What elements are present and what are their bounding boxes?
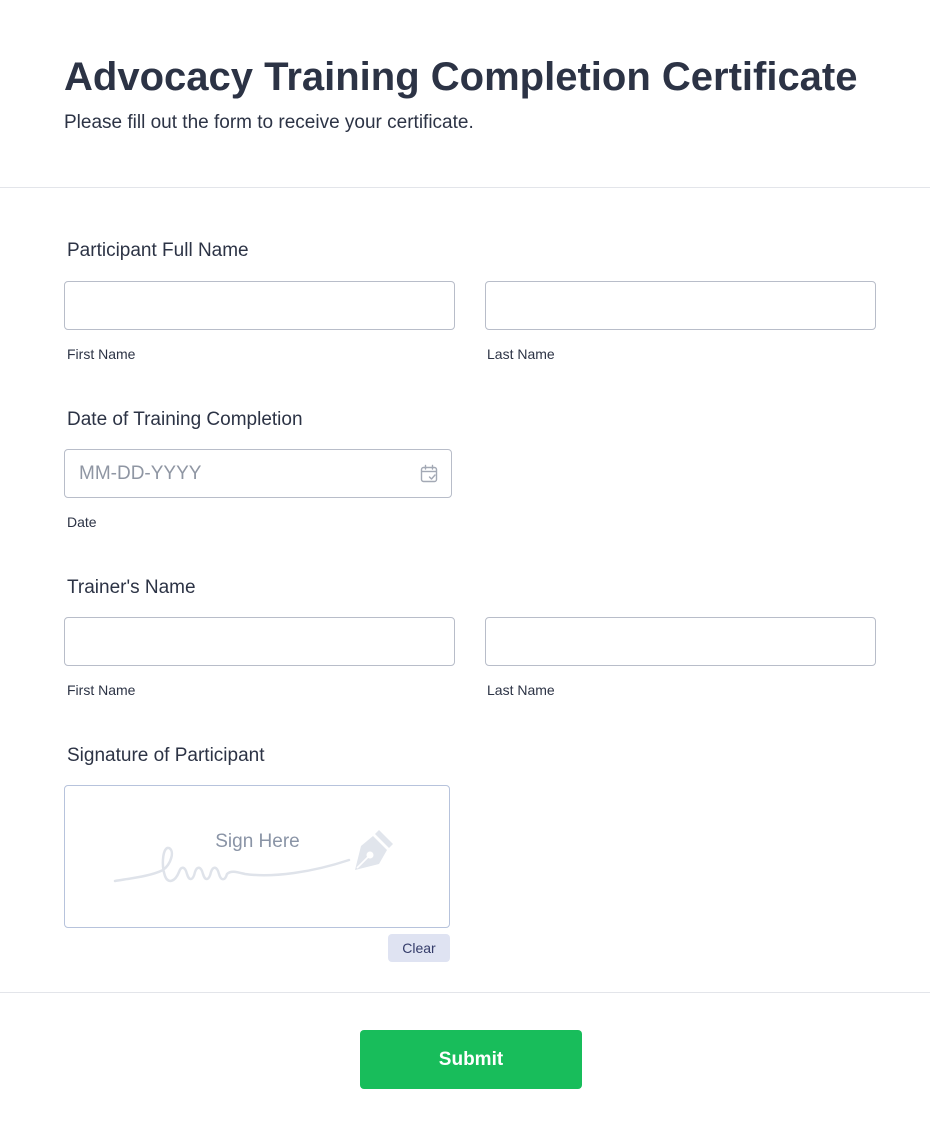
form-page: Advocacy Training Completion Certificate… <box>0 0 930 1139</box>
participant-first-name-input[interactable] <box>64 281 455 330</box>
trainer-first-name-input[interactable] <box>64 617 455 666</box>
participant-first-name-sublabel: First Name <box>67 346 136 362</box>
trainer-first-name-sublabel: First Name <box>67 682 136 698</box>
signature-label: Signature of Participant <box>67 745 265 766</box>
trainer-last-name-input[interactable] <box>485 617 876 666</box>
form-subtitle: Please fill out the form to receive your… <box>64 112 474 133</box>
trainer-last-name-sublabel: Last Name <box>487 682 555 698</box>
submit-button[interactable]: Submit <box>360 1030 582 1089</box>
completion-date-sublabel: Date <box>67 514 97 530</box>
participant-last-name-input[interactable] <box>485 281 876 330</box>
participant-last-name-sublabel: Last Name <box>487 346 555 362</box>
form-header: Advocacy Training Completion Certificate… <box>0 0 930 188</box>
participant-name-label: Participant Full Name <box>67 240 249 261</box>
signature-clear-button[interactable]: Clear <box>388 934 450 962</box>
signature-pad[interactable]: Sign Here <box>64 785 450 928</box>
completion-date-label: Date of Training Completion <box>67 409 303 430</box>
form-title: Advocacy Training Completion Certificate <box>64 55 858 99</box>
pen-nib-icon <box>355 830 393 870</box>
completion-date-input[interactable] <box>64 449 452 498</box>
trainer-name-label: Trainer's Name <box>67 577 196 598</box>
footer-divider <box>0 992 930 993</box>
calendar-icon[interactable] <box>419 464 439 484</box>
